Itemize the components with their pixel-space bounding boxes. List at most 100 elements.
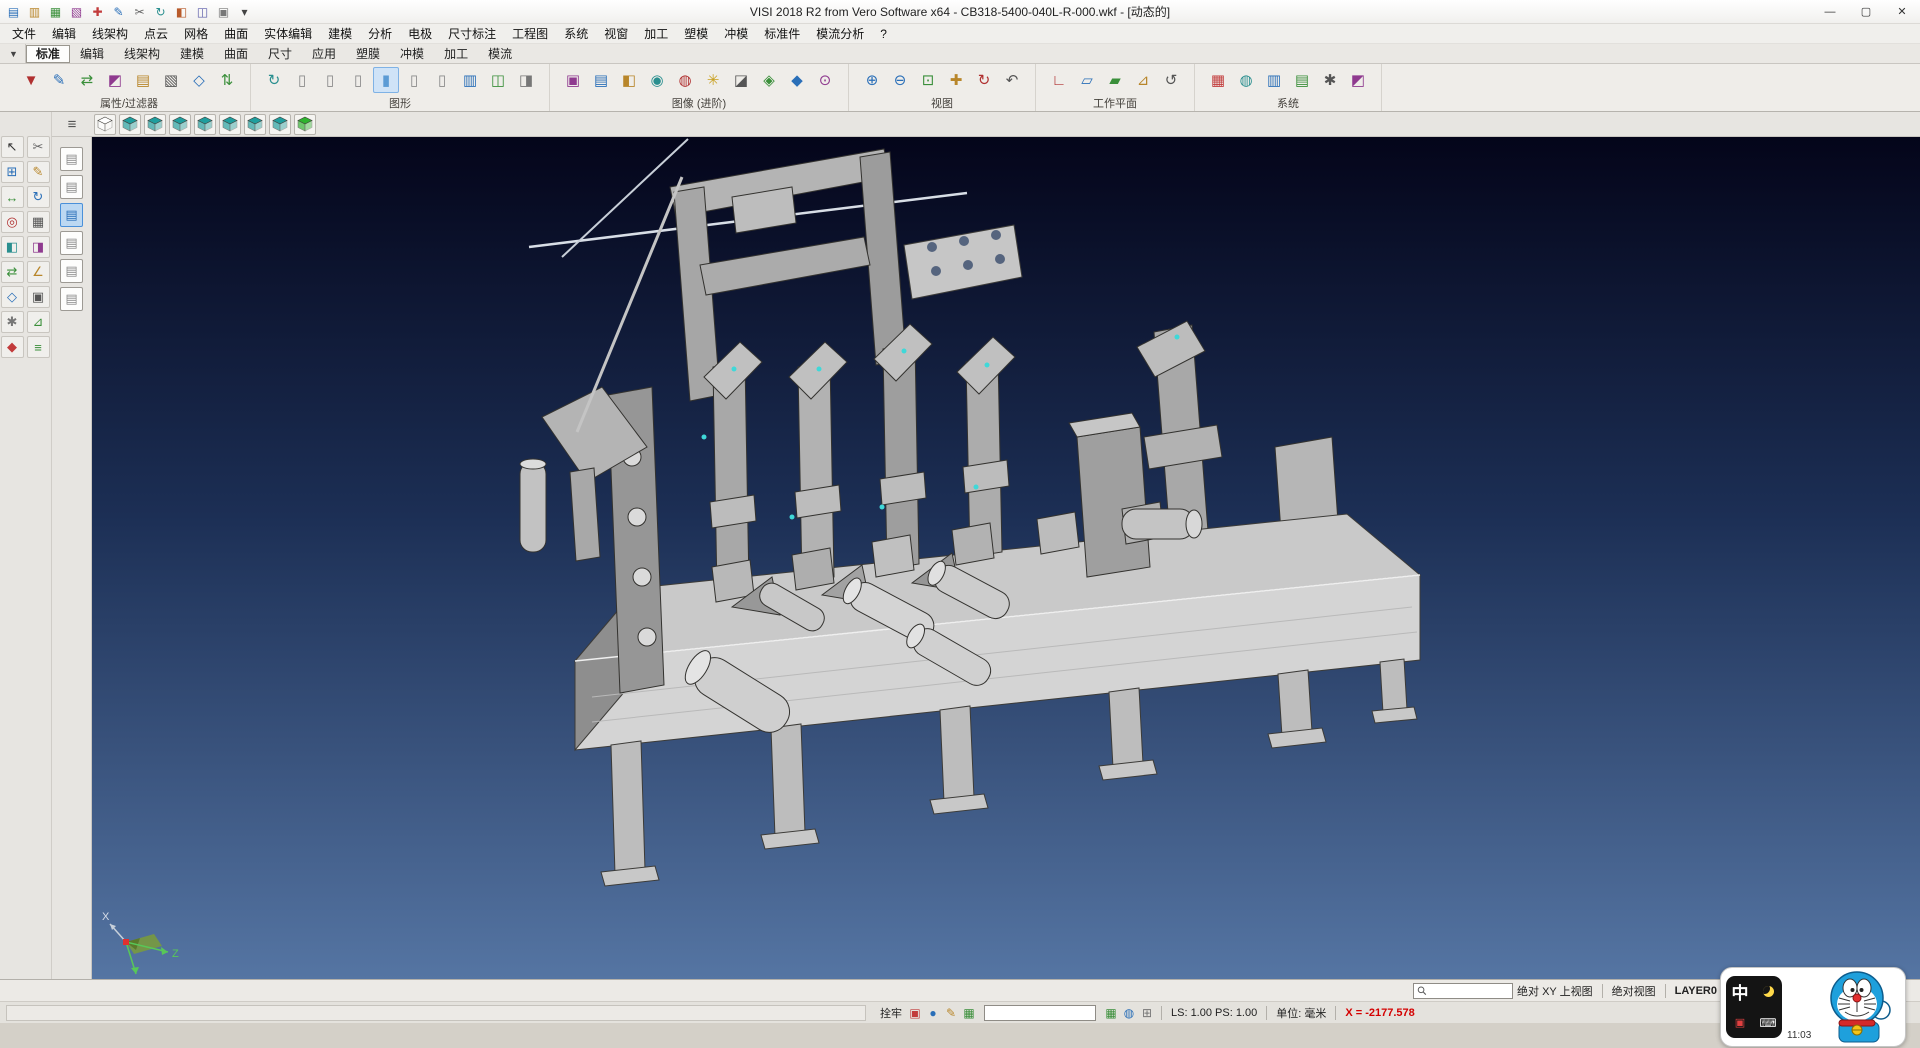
- menu-item[interactable]: 加工: [636, 23, 676, 44]
- pan-icon[interactable]: ✚: [943, 67, 969, 93]
- clipboard-view-2[interactable]: ▤: [60, 175, 83, 199]
- render-settings-icon[interactable]: ⊙: [812, 67, 838, 93]
- view-iso-cube-2[interactable]: [269, 114, 291, 135]
- sketch-icon[interactable]: ✎: [27, 161, 50, 183]
- wireframe-style-icon[interactable]: ▯: [289, 67, 315, 93]
- cut-icon[interactable]: ✂: [130, 2, 149, 21]
- attribute-brush-icon[interactable]: ✎: [46, 67, 72, 93]
- command-prompt-area[interactable]: [6, 1005, 866, 1021]
- grid-toggle-icon[interactable]: ▦: [960, 1004, 978, 1022]
- workplane-view-icon[interactable]: ▱: [1074, 67, 1100, 93]
- move-icon[interactable]: ↔: [1, 186, 24, 208]
- shaded-style-icon[interactable]: ▯: [345, 67, 371, 93]
- workplane-xy-icon[interactable]: ∟: [1046, 67, 1072, 93]
- ime-moon-icon[interactable]: [1763, 986, 1774, 997]
- world-icon[interactable]: ◍: [1120, 1004, 1138, 1022]
- toolbar-tab[interactable]: 标准: [26, 45, 70, 63]
- center-snap-icon[interactable]: ◎: [1, 211, 24, 233]
- menu-item[interactable]: ?: [872, 25, 895, 43]
- view-search-box[interactable]: [1413, 983, 1513, 999]
- hidden-line-style-icon[interactable]: ▯: [317, 67, 343, 93]
- toolbar-tab[interactable]: 曲面: [214, 45, 258, 63]
- mesh-icon[interactable]: ▦: [27, 211, 50, 233]
- globe-icon[interactable]: ◍: [1233, 67, 1259, 93]
- menu-item[interactable]: 分析: [360, 23, 400, 44]
- menu-item[interactable]: 线架构: [84, 23, 136, 44]
- swap-icon[interactable]: ⇄: [1, 261, 24, 283]
- toolbar-tab[interactable]: 模流: [478, 45, 522, 63]
- triangle-icon[interactable]: ⊿: [27, 311, 50, 333]
- toolbar-tab[interactable]: 编辑: [70, 45, 114, 63]
- clipboard-view-6[interactable]: ▤: [60, 287, 83, 311]
- selection-filter-icon[interactable]: ▧: [158, 67, 184, 93]
- grid-icon[interactable]: ▣: [214, 2, 233, 21]
- keypoint-icon[interactable]: ◆: [1, 336, 24, 358]
- cad-model[interactable]: X Y Z: [92, 137, 1920, 979]
- image-capture-icon[interactable]: ▣: [560, 67, 586, 93]
- menu-item[interactable]: 文件: [4, 23, 44, 44]
- toolbar-tab[interactable]: 尺寸: [258, 45, 302, 63]
- zoom-in-icon[interactable]: ⊕: [859, 67, 885, 93]
- ime-grid-icon[interactable]: ▣: [1735, 1016, 1745, 1029]
- layout-icon[interactable]: ◫: [193, 2, 212, 21]
- minimize-button[interactable]: —: [1812, 0, 1848, 23]
- window-icon[interactable]: ◧: [172, 2, 191, 21]
- save-all-icon[interactable]: ▧: [67, 2, 86, 21]
- ime-panel[interactable]: 中 ▣ ⌨: [1726, 976, 1782, 1038]
- color-palette-icon[interactable]: ▦: [1205, 67, 1231, 93]
- menu-item[interactable]: 标准件: [756, 23, 808, 44]
- image-film-icon[interactable]: ▤: [588, 67, 614, 93]
- workplane-3point-icon[interactable]: ⊿: [1130, 67, 1156, 93]
- toolbar-tab[interactable]: 线架构: [114, 45, 170, 63]
- workplane-reset-icon[interactable]: ↺: [1158, 67, 1184, 93]
- toolbar-tab[interactable]: 加工: [434, 45, 478, 63]
- menu-item[interactable]: 编辑: [44, 23, 84, 44]
- status-command-input[interactable]: [984, 1005, 1096, 1021]
- graphics-settings-icon[interactable]: ◨: [513, 67, 539, 93]
- menu-item[interactable]: 点云: [136, 23, 176, 44]
- analysis-style-icon[interactable]: ▯: [429, 67, 455, 93]
- element-filter-icon[interactable]: ◇: [186, 67, 212, 93]
- material-icon[interactable]: ◩: [1345, 67, 1371, 93]
- workplane-toggle-icon[interactable]: ⊞: [1138, 1004, 1156, 1022]
- half-section-icon[interactable]: ◧: [1, 236, 24, 258]
- grid-snap-icon[interactable]: ⊞: [1, 161, 24, 183]
- rotate-view-icon[interactable]: ↻: [971, 67, 997, 93]
- menu-item[interactable]: 电极: [400, 23, 440, 44]
- close-button[interactable]: ✕: [1884, 0, 1920, 23]
- add-icon[interactable]: ✚: [88, 2, 107, 21]
- rotate-icon[interactable]: ↻: [27, 186, 50, 208]
- refresh-icon[interactable]: ↻: [151, 2, 170, 21]
- maximize-button[interactable]: ▢: [1848, 0, 1884, 23]
- layer-manager-icon[interactable]: ▤: [1289, 67, 1315, 93]
- render-scene-icon[interactable]: ◈: [756, 67, 782, 93]
- view-front-cube[interactable]: [144, 114, 166, 135]
- file-new-icon[interactable]: ▤: [4, 2, 23, 21]
- shaded-edges-style-icon[interactable]: ▮: [373, 67, 399, 93]
- filter-settings-icon[interactable]: ⇅: [214, 67, 240, 93]
- view-back-cube[interactable]: [169, 114, 191, 135]
- save-icon[interactable]: ▦: [46, 2, 65, 21]
- render-sphere-icon[interactable]: ◉: [644, 67, 670, 93]
- view-left-cube[interactable]: [194, 114, 216, 135]
- toolbar-tab[interactable]: 塑膜: [346, 45, 390, 63]
- menu-item[interactable]: 工程图: [504, 23, 556, 44]
- active-layer-label[interactable]: LAYER0: [1671, 985, 1721, 997]
- snap-toggle-icon[interactable]: ▣: [906, 1004, 924, 1022]
- trim-icon[interactable]: ✂: [27, 136, 50, 158]
- menu-item[interactable]: 网格: [176, 23, 216, 44]
- qat-dropdown-icon[interactable]: ▾: [235, 2, 254, 21]
- clipboard-view-1[interactable]: ▤: [60, 147, 83, 171]
- viewport-canvas[interactable]: X Y Z: [92, 137, 1920, 979]
- zoom-out-icon[interactable]: ⊖: [887, 67, 913, 93]
- menu-item[interactable]: 尺寸标注: [440, 23, 504, 44]
- attribute-match-icon[interactable]: ◩: [102, 67, 128, 93]
- ime-language-indicator[interactable]: 中: [1732, 979, 1749, 1004]
- edit-icon[interactable]: ✎: [109, 2, 128, 21]
- workplane-face-icon[interactable]: ▰: [1102, 67, 1128, 93]
- diamond-snap-icon[interactable]: ◇: [1, 286, 24, 308]
- menu-item[interactable]: 系统: [556, 23, 596, 44]
- section-icon[interactable]: ◨: [27, 236, 50, 258]
- render-light-icon[interactable]: ✳: [700, 67, 726, 93]
- select-icon[interactable]: ↖: [1, 136, 24, 158]
